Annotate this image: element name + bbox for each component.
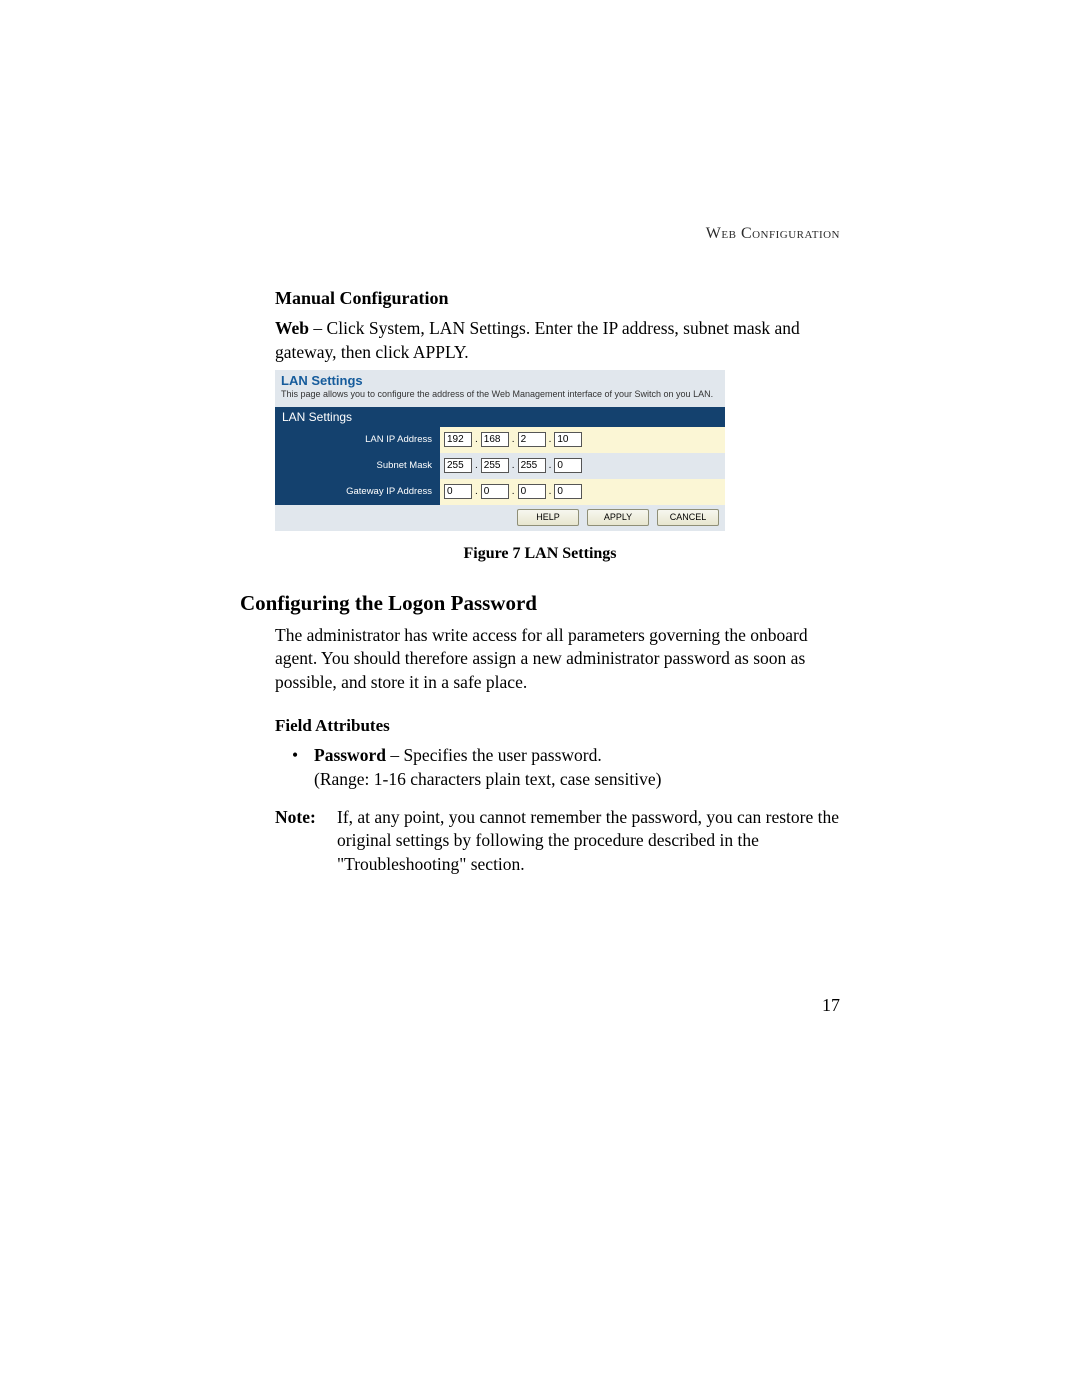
bullet-lead: Password <box>314 745 386 765</box>
lan-settings-panel: LAN Settings This page allows you to con… <box>275 370 725 530</box>
heading-field-attributes: Field Attributes <box>275 716 840 736</box>
dot: . <box>475 460 478 471</box>
cancel-button[interactable]: CANCEL <box>657 509 719 526</box>
panel-description: This page allows you to configure the ad… <box>281 389 719 400</box>
para-logon-password: The administrator has write access for a… <box>275 624 840 695</box>
subnet-oct2[interactable] <box>481 458 509 473</box>
bullet-dot-icon: • <box>292 744 314 791</box>
row-subnet-mask: Subnet Mask . . . <box>275 453 725 479</box>
panel-section-header: LAN Settings <box>275 407 725 427</box>
dot: . <box>549 486 552 497</box>
para-rest: – Click System, LAN Settings. Enter the … <box>275 318 800 362</box>
running-header: Web Configuration <box>240 225 840 243</box>
subnet-oct1[interactable] <box>444 458 472 473</box>
note-block: Note: If, at any point, you cannot remem… <box>275 806 840 877</box>
figure-caption: Figure 7 LAN Settings <box>240 545 840 563</box>
gateway-oct3[interactable] <box>518 484 546 499</box>
heading-configuring-logon-password: Configuring the Logon Password <box>240 591 840 616</box>
apply-button[interactable]: APPLY <box>587 509 649 526</box>
label-lan-ip: LAN IP Address <box>275 427 440 453</box>
bullet-line2: (Range: 1-16 characters plain text, case… <box>314 769 661 789</box>
panel-title: LAN Settings <box>281 373 719 388</box>
heading-manual-configuration: Manual Configuration <box>275 288 840 309</box>
lan-ip-oct1[interactable] <box>444 432 472 447</box>
para-manual-config: Web – Click System, LAN Settings. Enter … <box>275 317 840 364</box>
figure-lan-settings: LAN Settings This page allows you to con… <box>275 370 840 530</box>
bullet-rest: – Specifies the user password. <box>386 745 602 765</box>
note-label: Note: <box>275 806 337 877</box>
lan-ip-oct2[interactable] <box>481 432 509 447</box>
row-gateway-ip: Gateway IP Address . . . <box>275 479 725 505</box>
label-subnet-mask: Subnet Mask <box>275 453 440 479</box>
dot: . <box>475 434 478 445</box>
subnet-oct4[interactable] <box>554 458 582 473</box>
dot: . <box>549 460 552 471</box>
gateway-oct4[interactable] <box>554 484 582 499</box>
lan-ip-oct3[interactable] <box>518 432 546 447</box>
dot: . <box>475 486 478 497</box>
page-number: 17 <box>240 995 840 1016</box>
lan-ip-oct4[interactable] <box>554 432 582 447</box>
para-lead-web: Web <box>275 318 309 338</box>
dot: . <box>549 434 552 445</box>
panel-button-row: HELP APPLY CANCEL <box>275 505 725 531</box>
bullet-password: • Password – Specifies the user password… <box>292 744 840 791</box>
label-gateway-ip: Gateway IP Address <box>275 479 440 505</box>
note-body: If, at any point, you cannot remember th… <box>337 806 840 877</box>
gateway-oct1[interactable] <box>444 484 472 499</box>
gateway-oct2[interactable] <box>481 484 509 499</box>
row-lan-ip: LAN IP Address . . . <box>275 427 725 453</box>
subnet-oct3[interactable] <box>518 458 546 473</box>
dot: . <box>512 486 515 497</box>
help-button[interactable]: HELP <box>517 509 579 526</box>
dot: . <box>512 434 515 445</box>
dot: . <box>512 460 515 471</box>
